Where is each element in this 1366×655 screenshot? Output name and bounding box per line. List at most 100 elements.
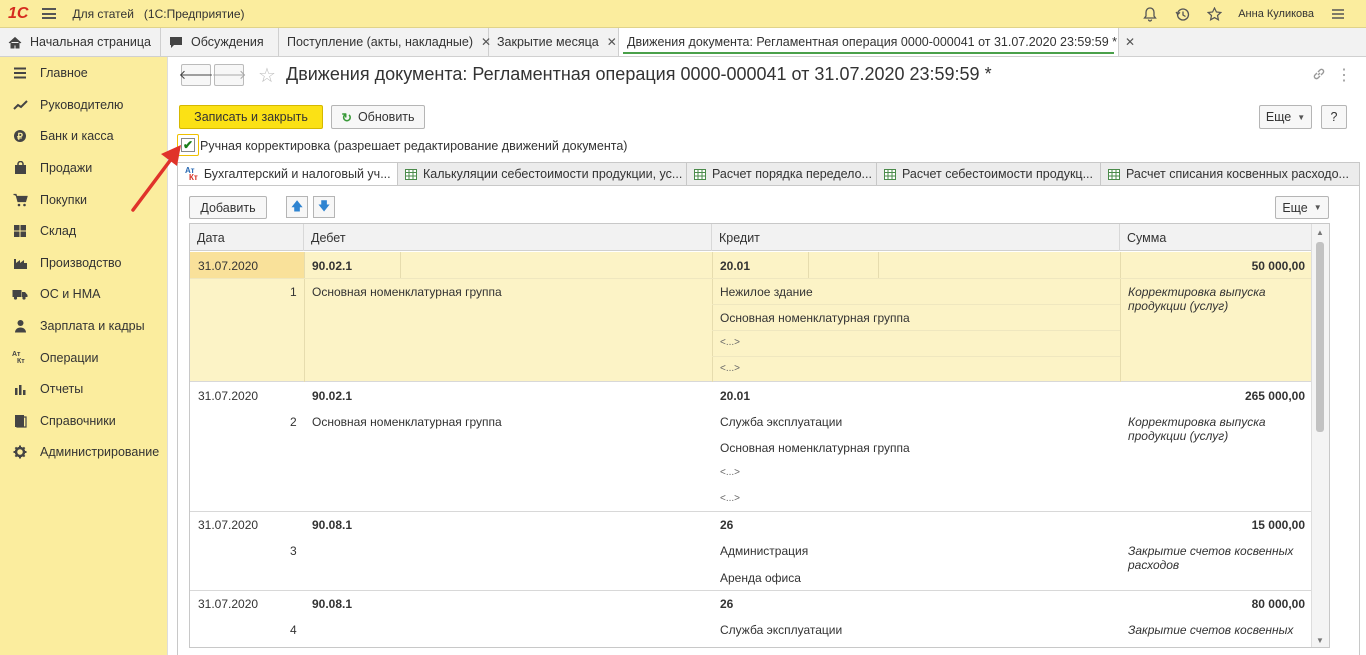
- tab-document-movements[interactable]: Движения документа: Регламентная операци…: [619, 28, 1135, 56]
- cell-credit-subconto[interactable]: <...>: [720, 467, 740, 478]
- table-row[interactable]: 31.07.2020 4 90.08.1 26 Служба эксплуата…: [190, 591, 1313, 647]
- table-row[interactable]: 31.07.2020 1 90.02.1 Основная номенклату…: [190, 252, 1313, 382]
- vertical-scrollbar[interactable]: ▲ ▼: [1311, 224, 1329, 647]
- tab-receipt[interactable]: Поступление (акты, накладные) ✕: [279, 28, 491, 56]
- bell-icon[interactable]: [1142, 6, 1158, 22]
- scroll-down-icon[interactable]: ▼: [1316, 636, 1324, 645]
- scroll-up-icon[interactable]: ▲: [1316, 228, 1324, 237]
- grid-more-button[interactable]: Еще ▼: [1275, 196, 1329, 219]
- cell-sum[interactable]: 80 000,00: [1252, 597, 1305, 611]
- movements-table[interactable]: Дата Дебет Кредит Сумма 31.07.2020 1 90.…: [189, 223, 1330, 648]
- sidebar-item-main[interactable]: Главное: [0, 58, 167, 90]
- cell-date[interactable]: 31.07.2020: [198, 389, 258, 403]
- menu-icon: [12, 66, 28, 80]
- cell-date[interactable]: 31.07.2020: [198, 597, 258, 611]
- more-options-icon[interactable]: ⋮: [1336, 65, 1352, 85]
- settings-menu-icon[interactable]: [1330, 6, 1346, 22]
- column-header-debit[interactable]: Дебет: [304, 224, 712, 251]
- cell-credit-subconto[interactable]: <...>: [720, 493, 740, 504]
- sidebar-item-fixed-assets[interactable]: ОС и НМА: [0, 279, 167, 311]
- cell-credit-subconto[interactable]: Основная номенклатурная группа: [720, 441, 910, 455]
- manual-correction-label[interactable]: Ручная корректировка (разрешает редактир…: [200, 139, 627, 153]
- save-and-close-button[interactable]: Записать и закрыть: [179, 105, 323, 129]
- cell-debit-subconto[interactable]: Основная номенклатурная группа: [312, 285, 502, 299]
- back-button[interactable]: 🡐: [179, 64, 213, 86]
- button-label: Записать и закрыть: [194, 110, 308, 124]
- cell-content[interactable]: Корректировка выпуска продукции (услуг): [1128, 285, 1308, 313]
- link-icon[interactable]: [1312, 67, 1326, 84]
- move-up-button[interactable]: 🡅: [286, 196, 308, 218]
- cell-credit-subconto[interactable]: Служба эксплуатации: [720, 623, 842, 637]
- user-name[interactable]: Анна Куликова: [1238, 8, 1314, 20]
- book-icon: [12, 414, 28, 428]
- sidebar-item-label: Операции: [40, 350, 99, 365]
- cell-debit-account[interactable]: 90.02.1: [312, 389, 352, 403]
- sidebar-item-reports[interactable]: Отчеты: [0, 373, 167, 405]
- forward-button[interactable]: 🡒: [212, 64, 246, 86]
- sidebar-item-operations[interactable]: Ат Кт Операции: [0, 342, 167, 374]
- cell-credit-subconto[interactable]: Основная номенклатурная группа: [720, 311, 910, 325]
- cell-credit-subconto[interactable]: Администрация: [720, 544, 808, 558]
- cell-sum[interactable]: 265 000,00: [1245, 389, 1305, 403]
- move-down-button[interactable]: 🡇: [313, 196, 335, 218]
- tab-accounting[interactable]: Ат Кт Бухгалтерский и налоговый уч...: [177, 162, 398, 186]
- tab-label: Бухгалтерский и налоговый уч...: [203, 167, 391, 181]
- table-row[interactable]: 31.07.2020 2 90.02.1 Основная номенклату…: [190, 382, 1313, 512]
- sidebar-item-production[interactable]: Производство: [0, 247, 167, 279]
- scrollbar-thumb[interactable]: [1316, 242, 1324, 432]
- cell-sum[interactable]: 15 000,00: [1252, 518, 1305, 532]
- cell-content[interactable]: Корректировка выпуска продукции (услуг): [1128, 415, 1308, 443]
- sidebar-item-manager[interactable]: Руководителю: [0, 89, 167, 121]
- history-icon[interactable]: [1174, 6, 1190, 22]
- help-button[interactable]: ?: [1321, 105, 1347, 129]
- cell-content[interactable]: Закрытие счетов косвенных: [1128, 623, 1308, 637]
- close-icon[interactable]: ✕: [1125, 35, 1135, 49]
- refresh-button[interactable]: ↻ Обновить: [331, 105, 425, 129]
- cell-credit-subconto[interactable]: <...>: [720, 363, 740, 374]
- cell-content[interactable]: Закрытие счетов косвенных расходов: [1128, 544, 1308, 572]
- tab-cost-calculation[interactable]: Расчет себестоимости продукц...: [877, 162, 1101, 186]
- cell-debit-account[interactable]: 90.08.1: [312, 518, 352, 532]
- tab-month-close[interactable]: Закрытие месяца ✕: [489, 28, 619, 56]
- favorite-star-icon[interactable]: ☆: [258, 63, 276, 88]
- add-button[interactable]: Добавить: [189, 196, 267, 219]
- column-header-date[interactable]: Дата: [190, 224, 304, 251]
- cell-credit-account[interactable]: 26: [720, 597, 733, 611]
- cell-date[interactable]: 31.07.2020: [198, 518, 258, 532]
- favorites-star-icon[interactable]: [1206, 6, 1222, 22]
- cell-row-number: 1: [290, 285, 297, 299]
- cell-credit-account[interactable]: 20.01: [720, 259, 750, 273]
- column-header-credit[interactable]: Кредит: [712, 224, 1120, 251]
- cell-credit-subconto[interactable]: Служба эксплуатации: [720, 415, 842, 429]
- cell-credit-account[interactable]: 20.01: [720, 389, 750, 403]
- column-header-sum[interactable]: Сумма: [1120, 224, 1313, 251]
- tab-costing-calculation[interactable]: Калькуляции себестоимости продукции, ус.…: [398, 162, 687, 186]
- warehouse-icon: [12, 224, 28, 238]
- cell-sum[interactable]: 50 000,00: [1252, 259, 1305, 273]
- sidebar-item-catalogs[interactable]: Справочники: [0, 405, 167, 437]
- main-menu-icon[interactable]: [42, 8, 57, 19]
- cell-debit-account[interactable]: 90.02.1: [312, 259, 352, 273]
- table-row[interactable]: 31.07.2020 3 90.08.1 26 Администрация Ар…: [190, 512, 1313, 591]
- cell-debit-subconto[interactable]: Основная номенклатурная группа: [312, 415, 502, 429]
- app-logo[interactable]: 1С: [8, 5, 28, 23]
- button-label: Добавить: [200, 200, 256, 215]
- cell-debit-account[interactable]: 90.08.1: [312, 597, 352, 611]
- sidebar-item-administration[interactable]: Администрирование: [0, 437, 167, 469]
- more-menu-button[interactable]: Еще ▼: [1259, 105, 1312, 129]
- tab-home[interactable]: Начальная страница: [0, 28, 161, 56]
- tab-redistribution-order[interactable]: Расчет порядка передело...: [687, 162, 877, 186]
- cell-date[interactable]: 31.07.2020: [198, 259, 258, 273]
- sidebar-item-label: Администрирование: [40, 445, 160, 460]
- tab-indirect-costs[interactable]: Расчет списания косвенных расходо...: [1101, 162, 1360, 186]
- cell-row-number: 2: [290, 415, 297, 429]
- tab-discussions[interactable]: Обсуждения: [161, 28, 279, 56]
- cell-credit-account[interactable]: 26: [720, 518, 733, 532]
- cell-credit-subconto[interactable]: <...>: [720, 337, 740, 348]
- sidebar-item-warehouse[interactable]: Склад: [0, 215, 167, 247]
- cell-credit-subconto[interactable]: Аренда офиса: [720, 571, 801, 585]
- close-icon[interactable]: ✕: [607, 35, 617, 49]
- cell-credit-subconto[interactable]: Нежилое здание: [720, 285, 813, 299]
- tab-label: Обсуждения: [191, 35, 264, 49]
- sidebar-item-salary[interactable]: Зарплата и кадры: [0, 310, 167, 342]
